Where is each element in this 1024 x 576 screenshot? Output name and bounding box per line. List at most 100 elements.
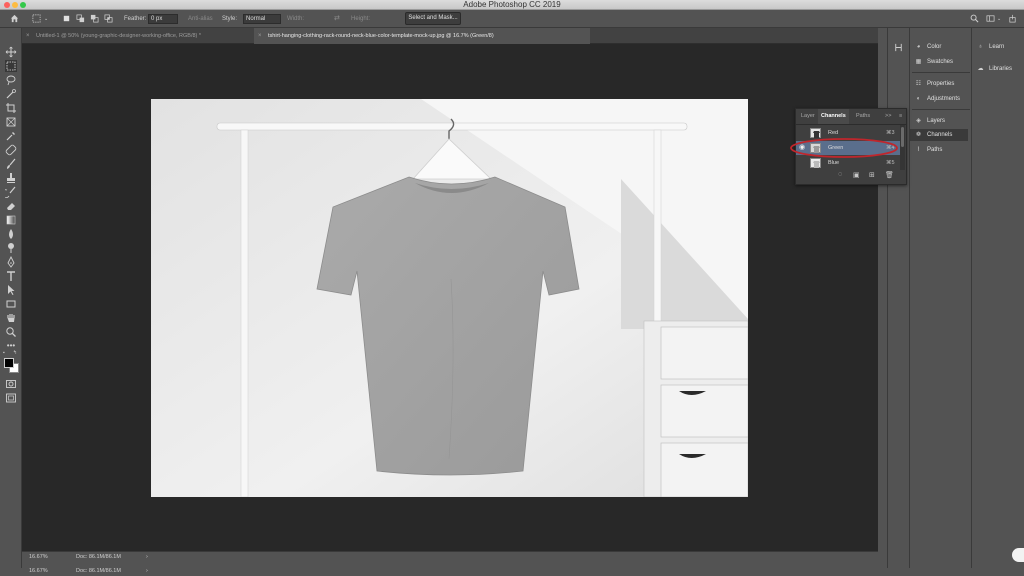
gradient-icon[interactable] <box>5 214 17 226</box>
lasso-icon[interactable] <box>5 74 17 86</box>
doc-size: Doc: 86.1M/86.1M <box>76 568 121 574</box>
dock-divider <box>912 109 970 110</box>
close-tab-icon[interactable]: × <box>26 28 30 44</box>
path-select-icon[interactable] <box>5 284 17 296</box>
select-and-mask-button[interactable]: Select and Mask... <box>405 12 461 25</box>
load-channel-selection-icon[interactable]: ◌ <box>838 171 842 178</box>
screen-mode-icon[interactable] <box>5 392 17 404</box>
panel-swatches[interactable]: ▦ Swatches <box>914 56 953 68</box>
status-bar: 16.67% Doc: 86.1M/86.1M › <box>22 551 878 561</box>
panel-paths[interactable]: ⌇ Paths <box>914 144 942 156</box>
eraser-icon[interactable] <box>5 200 17 212</box>
tab-channels[interactable]: Channels <box>818 109 849 124</box>
channels-icon: ❁ <box>915 132 922 138</box>
highlight-annotation <box>790 138 898 158</box>
document-tabs: × Untitled-1 @ 50% (young-graphic-design… <box>22 28 878 44</box>
stamp-icon[interactable] <box>5 172 17 184</box>
eyedropper-icon[interactable] <box>5 130 17 142</box>
crop-icon[interactable] <box>5 102 17 114</box>
zoom-icon[interactable] <box>5 326 17 338</box>
panel-libraries[interactable]: ☁ Libraries <box>976 63 1013 75</box>
dodge-icon[interactable] <box>5 242 17 254</box>
workspace-chevron-icon[interactable]: ⌄ <box>997 10 1001 28</box>
swap-colors-icon[interactable]: ↰ <box>13 350 17 356</box>
move-icon[interactable] <box>5 46 17 58</box>
document-image[interactable] <box>151 99 748 497</box>
rectangular-marquee-icon[interactable] <box>32 14 41 23</box>
brush-icon[interactable] <box>5 158 17 170</box>
channels-panel: Layer Channels Paths >> ≡ Red ⌘3 ◉ Green… <box>790 108 907 185</box>
delete-channel-icon[interactable]: 🗑 <box>885 171 894 179</box>
feather-label: Feather: <box>124 16 147 22</box>
pen-icon[interactable] <box>5 256 17 268</box>
home-icon[interactable] <box>10 14 19 23</box>
workspace-icon[interactable] <box>986 14 995 23</box>
properties-icon: ☷ <box>915 81 922 87</box>
panel-layers[interactable]: ◈ Layers <box>914 115 945 127</box>
swatches-icon: ▦ <box>915 59 922 65</box>
panel-dock-secondary: ♁ Learn ☁ Libraries <box>971 28 1024 568</box>
intersect-selection-icon[interactable] <box>104 14 113 23</box>
adjustments-icon: ◐ <box>916 96 921 102</box>
panel-menu-icon[interactable]: ≡ <box>896 109 905 124</box>
layers-icon: ◈ <box>916 118 921 124</box>
tool-preset-chevron-icon[interactable]: ⌄ <box>44 10 48 28</box>
status-menu-icon[interactable]: › <box>146 566 148 576</box>
panel-learn[interactable]: ♁ Learn <box>976 41 1004 53</box>
options-bar: ⌄ Feather: 0 px Anti-alias Style: Normal… <box>0 10 1024 28</box>
color-wheel-icon: ◕ <box>916 44 921 50</box>
tab-label: tshirt-hanging-clothing-rack-round-neck-… <box>268 33 494 39</box>
frame-icon[interactable] <box>5 116 17 128</box>
quick-mask-icon[interactable] <box>5 378 17 390</box>
subtract-selection-icon[interactable] <box>90 14 99 23</box>
marquee-icon[interactable] <box>5 60 17 72</box>
paths-icon: ⌇ <box>917 147 920 153</box>
history-panel-icon[interactable] <box>893 42 904 53</box>
status-menu-icon[interactable]: › <box>146 552 148 562</box>
panel-adjustments[interactable]: ◐ Adjustments <box>914 93 960 105</box>
style-label: Style: <box>222 16 238 22</box>
panel-divider <box>796 124 906 125</box>
tab-untitled-1[interactable]: × Untitled-1 @ 50% (young-graphic-design… <box>22 28 254 44</box>
tab-paths[interactable]: Paths <box>853 109 873 124</box>
channels-scrollbar[interactable] <box>900 125 905 170</box>
hand-icon[interactable] <box>5 312 17 324</box>
default-colors-icon[interactable]: ▪ <box>3 350 5 356</box>
new-channel-icon[interactable]: ⊞ <box>869 171 875 179</box>
zoom-level[interactable]: 16.67% <box>29 552 48 562</box>
doc-size: Doc: 86.1M/86.1M <box>76 554 121 560</box>
quick-select-icon[interactable] <box>5 88 17 100</box>
rectangle-icon[interactable] <box>5 298 17 310</box>
libraries-icon: ☁ <box>977 66 984 72</box>
type-icon[interactable] <box>5 270 17 282</box>
history-brush-icon[interactable] <box>5 186 17 198</box>
panel-channels[interactable]: ❁ Channels <box>910 129 968 141</box>
close-tab-icon[interactable]: × <box>258 28 262 44</box>
tab-tshirt-mockup[interactable]: × tshirt-hanging-clothing-rack-round-nec… <box>254 28 590 44</box>
panel-color[interactable]: ◕ Color <box>914 41 942 53</box>
blur-icon[interactable] <box>5 228 17 240</box>
foreground-color-swatch[interactable] <box>4 358 14 368</box>
new-selection-icon[interactable] <box>62 14 71 23</box>
panel-dock: ◕ Color ▦ Swatches ☷ Properties ◐ Adjustment… <box>909 28 971 568</box>
add-selection-icon[interactable] <box>76 14 85 23</box>
antialias-checkbox[interactable]: Anti-alias <box>188 10 213 28</box>
feather-input[interactable]: 0 px <box>148 14 178 24</box>
swap-width-height-icon[interactable]: ⇄ <box>334 10 340 28</box>
title-bar: Adobe Photoshop CC 2019 <box>0 0 1024 10</box>
style-select[interactable]: Normal <box>243 14 281 24</box>
save-selection-channel-icon[interactable]: ▣ <box>853 171 860 179</box>
share-icon[interactable] <box>1008 14 1017 23</box>
panel-collapse-icon[interactable]: >> <box>882 109 894 124</box>
chat-bubble-icon[interactable] <box>1012 548 1024 562</box>
search-icon[interactable] <box>970 14 979 23</box>
panel-properties[interactable]: ☷ Properties <box>914 78 955 90</box>
tools-panel: ••• ▪ ↰ <box>0 28 22 568</box>
tshirt-rack-photo <box>151 99 748 497</box>
window-title: Adobe Photoshop CC 2019 <box>463 0 561 9</box>
healing-brush-icon[interactable] <box>5 144 17 156</box>
dock-divider <box>912 72 970 73</box>
zoom-level[interactable]: 16.67% <box>29 566 48 576</box>
height-label: Height: <box>351 16 371 22</box>
tab-layers[interactable]: Layer <box>798 109 818 124</box>
